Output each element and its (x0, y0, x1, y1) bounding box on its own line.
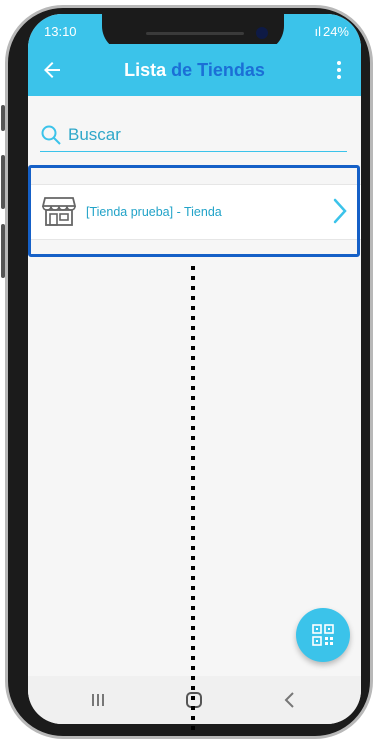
battery-level: 24% (322, 24, 349, 39)
signal-icon: ıl (314, 24, 322, 39)
search-input[interactable] (68, 122, 338, 148)
speaker-grille (146, 32, 244, 35)
page-title-main: Lista (124, 60, 167, 80)
qr-code-icon (312, 624, 334, 646)
dotted-guide-line (191, 266, 195, 736)
recents-icon[interactable] (86, 688, 110, 712)
status-time: 13:10 (44, 24, 77, 39)
phone-side-button (1, 105, 5, 131)
search-icon (40, 124, 62, 146)
search-bar (40, 120, 347, 152)
phone-volume-up-button (1, 155, 5, 209)
page-title-accent: de Tiendas (171, 60, 265, 80)
more-vert-icon[interactable] (327, 58, 351, 82)
front-camera (256, 27, 268, 39)
selection-highlight (28, 165, 360, 257)
qr-scan-button[interactable] (296, 608, 350, 662)
page-title: Lista de Tiendas (28, 60, 361, 81)
back-icon[interactable] (278, 688, 302, 712)
app-bar: Lista de Tiendas (28, 44, 361, 96)
phone-volume-down-button (1, 224, 5, 278)
